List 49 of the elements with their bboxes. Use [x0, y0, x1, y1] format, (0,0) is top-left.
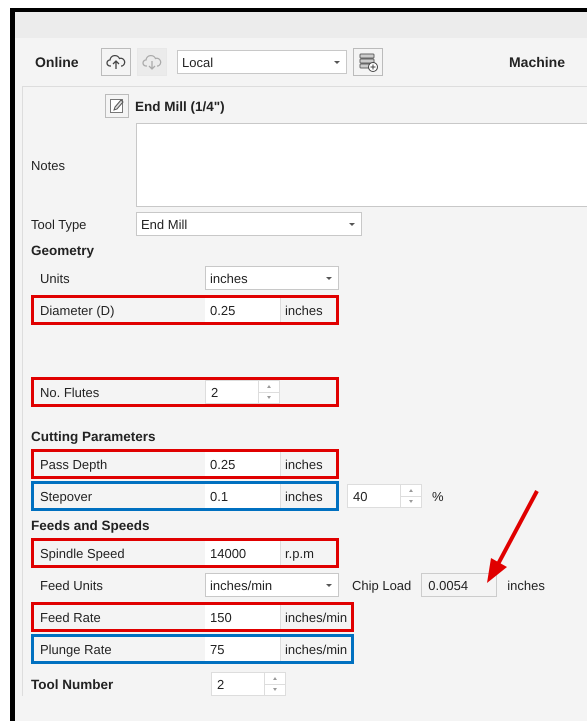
chip-load-label: Chip Load	[351, 578, 412, 592]
pencil-icon	[109, 98, 125, 114]
field-label: No. Flutes	[39, 384, 100, 400]
value-field[interactable]: 0.25	[205, 298, 280, 322]
field-label: Spindle Speed	[39, 546, 126, 560]
section-heading: Geometry	[31, 243, 96, 260]
tool-type-label: Tool Type	[31, 216, 88, 232]
unit-label: inches	[506, 578, 546, 592]
number-spinner[interactable]: 40	[347, 484, 422, 508]
value-field[interactable]: 150	[205, 605, 280, 629]
database-add-button[interactable]	[353, 48, 383, 76]
field-label: Feed Units	[39, 578, 104, 592]
unit-label: inches	[280, 452, 327, 476]
chip-load-readout: 0.0054	[421, 573, 498, 597]
value-field[interactable]: 0.25	[205, 452, 280, 476]
field-label: Pass Depth	[39, 456, 108, 472]
online-label: Online	[35, 54, 80, 70]
unit-label: r.p.m	[280, 541, 318, 565]
value-field[interactable]: 14000	[205, 541, 280, 565]
value-dropdown[interactable]: inches	[205, 266, 339, 290]
source-dropdown[interactable]: Local	[177, 50, 347, 74]
value-field[interactable]: 0.1	[205, 484, 280, 508]
field-label: Plunge Rate	[39, 642, 113, 656]
value-dropdown[interactable]: inches/min	[205, 573, 339, 597]
unit-label: inches/min	[280, 605, 352, 629]
section-heading: Feeds and Speeds	[31, 518, 151, 535]
unit-label: inches/min	[280, 637, 352, 661]
number-spinner[interactable]: 2	[211, 672, 286, 696]
tool-number-label: Tool Number	[31, 676, 114, 692]
database-add-icon	[357, 51, 379, 73]
field-label: Units	[39, 270, 71, 286]
tool-title: End Mill (1/4")	[135, 98, 225, 114]
unit-label: inches	[280, 298, 327, 322]
notes-label: Notes	[31, 158, 66, 172]
edit-button[interactable]	[105, 94, 129, 118]
notes-field[interactable]	[136, 123, 587, 207]
unit-label: inches	[280, 484, 327, 508]
number-spinner[interactable]: 2	[205, 380, 280, 404]
machine-label: Machine	[509, 54, 566, 70]
value-field[interactable]: 75	[205, 637, 280, 661]
cloud-upload-button[interactable]	[101, 48, 131, 76]
cloud-download-icon	[142, 54, 162, 70]
field-label: Stepover	[39, 488, 94, 504]
section-heading: Cutting Parameters	[31, 429, 157, 446]
field-label: Feed Rate	[39, 610, 102, 624]
cloud-upload-icon	[106, 54, 126, 70]
field-label: Diameter (D)	[39, 302, 116, 318]
tool-type-dropdown[interactable]: End Mill	[136, 212, 362, 236]
unit-label: %	[431, 488, 445, 504]
